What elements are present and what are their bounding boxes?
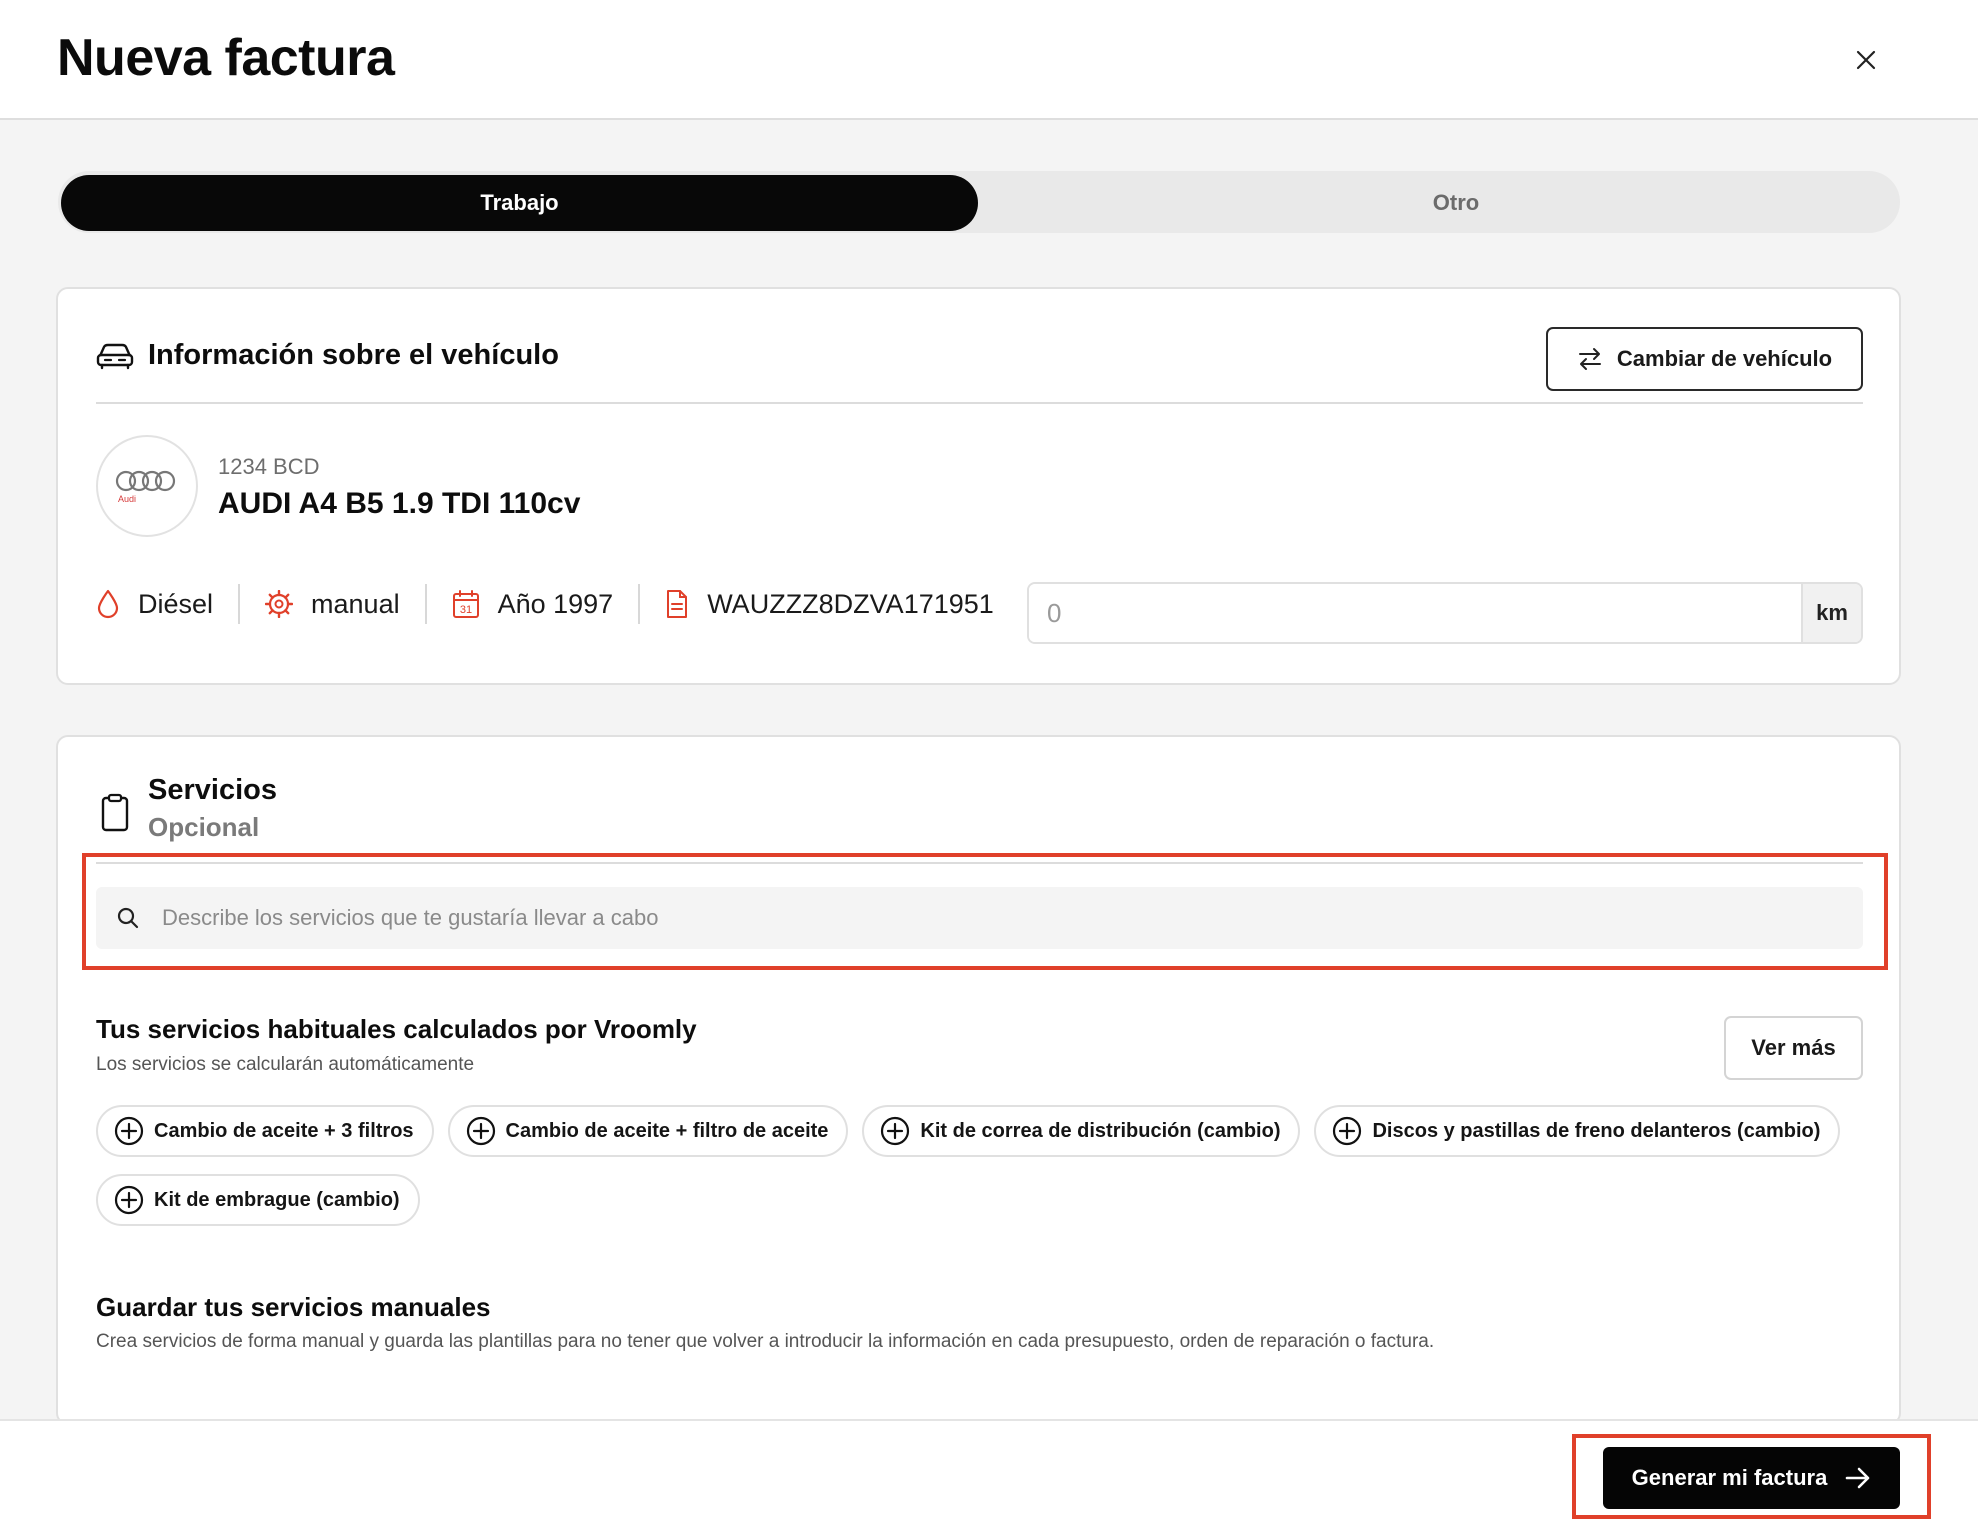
close-button[interactable]: [1848, 42, 1884, 78]
spec-year: 31 Año 1997: [427, 589, 639, 620]
vehicle-divider: [96, 402, 1863, 404]
see-more-button[interactable]: Ver más: [1724, 1016, 1863, 1080]
services-subtitle: Opcional: [148, 812, 260, 842]
services-search: [96, 887, 1863, 949]
brand-logo-text: Audi: [118, 493, 137, 504]
invoice-type-toggle: Trabajo Otro: [58, 171, 1900, 233]
fuel-text: Diésel: [138, 588, 214, 619]
vehicle-section-header: Información sobre el vehículo: [96, 339, 559, 372]
add-circle-icon: [1333, 1116, 1362, 1146]
services-card: Servicios Opcional Tus servicios habitua…: [56, 735, 1901, 1425]
habitual-services-subtitle: Los servicios se calcularán automáticame…: [96, 1054, 475, 1075]
vehicle-info-card: Información sobre el vehículo Cambiar de…: [56, 287, 1901, 685]
service-chip-label: Cambio de aceite + 3 filtros: [154, 1119, 414, 1142]
service-chips: Cambio de aceite + 3 filtros Cambio de a…: [96, 1105, 1876, 1226]
generate-invoice-button[interactable]: Generar mi factura: [1603, 1447, 1900, 1509]
clipboard-icon: [101, 793, 129, 832]
add-circle-icon: [114, 1116, 144, 1146]
vehicle-model: AUDI A4 B5 1.9 TDI 110cv: [218, 487, 581, 520]
service-chip[interactable]: Kit de correa de distribución (cambio): [862, 1105, 1301, 1157]
search-icon: [117, 907, 139, 929]
service-chip-label: Kit de correa de distribución (cambio): [920, 1119, 1281, 1142]
fuel-drop-icon: [97, 589, 119, 619]
vin-text: WAUZZZ8DZVA171951: [707, 588, 994, 619]
services-divider: [96, 862, 1863, 864]
calendar-day: 31: [459, 604, 471, 616]
transmission-text: manual: [311, 588, 400, 619]
swap-arrows-icon: [1578, 348, 1601, 370]
brand-logo: Audi: [96, 435, 198, 537]
vehicle-plate: 1234 BCD: [218, 454, 320, 479]
audi-rings-icon: [115, 470, 176, 491]
see-more-label: Ver más: [1751, 1035, 1836, 1060]
service-chip[interactable]: Kit de embrague (cambio): [96, 1174, 420, 1226]
change-vehicle-button[interactable]: Cambiar de vehículo: [1546, 327, 1863, 391]
tab-trabajo[interactable]: Trabajo: [61, 175, 978, 231]
calendar-icon: 31: [452, 590, 479, 618]
tab-otro[interactable]: Otro: [1018, 175, 1894, 231]
mileage-field: km: [1027, 582, 1863, 644]
page-title: Nueva factura: [57, 29, 395, 87]
gear-icon: [265, 590, 294, 618]
manual-services-subtitle: Crea servicios de forma manual y guarda …: [96, 1331, 1435, 1352]
habitual-services-title: Tus servicios habituales calculados por …: [96, 1014, 697, 1044]
services-title: Servicios: [148, 774, 277, 806]
service-chip[interactable]: Cambio de aceite + filtro de aceite: [447, 1105, 849, 1157]
mileage-unit: km: [1801, 584, 1861, 642]
add-circle-icon: [881, 1116, 910, 1146]
spec-fuel: Diésel: [96, 589, 238, 620]
vehicle-section-title: Información sobre el vehículo: [148, 339, 559, 371]
car-icon: [96, 343, 134, 369]
service-chip[interactable]: Discos y pastillas de freno delanteros (…: [1314, 1105, 1841, 1157]
generate-invoice-label: Generar mi factura: [1631, 1465, 1828, 1490]
mileage-input[interactable]: [1029, 584, 1801, 642]
add-circle-icon: [114, 1185, 144, 1215]
service-chip-label: Discos y pastillas de freno delanteros (…: [1372, 1119, 1821, 1142]
services-search-input[interactable]: [162, 905, 1843, 931]
change-vehicle-label: Cambiar de vehículo: [1616, 346, 1833, 371]
add-circle-icon: [466, 1116, 495, 1146]
arrow-right-icon: [1846, 1467, 1870, 1489]
service-chip[interactable]: Cambio de aceite + 3 filtros: [96, 1105, 434, 1157]
document-icon: [667, 590, 688, 618]
manual-services-title: Guardar tus servicios manuales: [96, 1292, 491, 1322]
spec-transmission: manual: [240, 589, 425, 620]
close-icon: [1856, 50, 1876, 70]
spec-vin: WAUZZZ8DZVA171951: [640, 589, 1019, 620]
vehicle-specs: Diésel manual 31 Año 1997 WAUZZZ8DZVA171…: [96, 579, 1019, 629]
service-chip-label: Kit de embrague (cambio): [154, 1188, 400, 1211]
modal-header: Nueva factura: [0, 0, 1978, 120]
service-chip-label: Cambio de aceite + filtro de aceite: [505, 1119, 829, 1142]
year-text: Año 1997: [497, 588, 614, 619]
